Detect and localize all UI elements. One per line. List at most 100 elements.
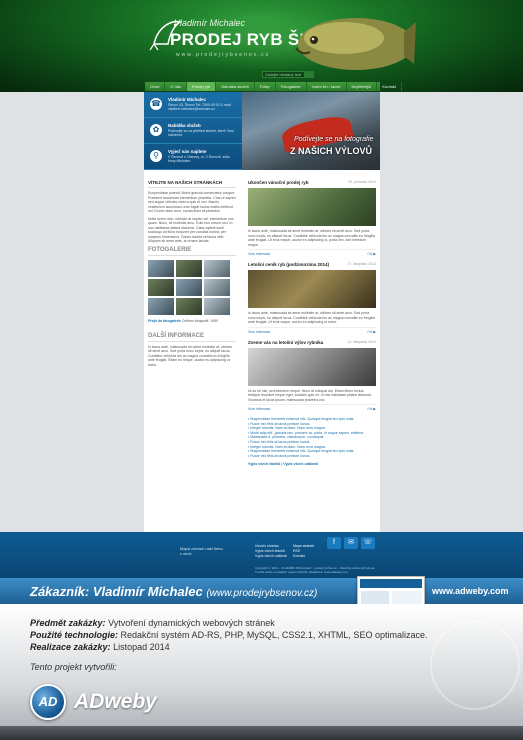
contact-row[interactable]: ✿ Nabídka služeb Podívejte se na přehled… [144, 118, 242, 144]
gallery-title: FOTOGALERIE [148, 247, 236, 256]
nav-item[interactable]: Úvod [145, 82, 166, 91]
customer-label: Zákazník: [30, 584, 90, 599]
customer-name: Vladimír Michalec [92, 584, 203, 599]
article-date: 11. listopadu 2014 [347, 339, 376, 344]
contact-title: Vyjeď nás najdete [168, 149, 207, 154]
article: 11. listopadu 2014 Zveme vás na letošní … [248, 339, 376, 411]
article: 17. listopadu 2014 Letošní ceník ryb (po… [248, 262, 376, 334]
all-articles-link[interactable]: Výpis všech článků [248, 462, 280, 466]
footer-links: Úvodní stránka Výpis všech článků Výpis … [255, 544, 287, 559]
date-value: Listopad 2014 [113, 642, 170, 652]
adweby-logo-icon[interactable]: AD [30, 684, 66, 720]
gallery-link[interactable]: Přejít do fotogalerie [148, 319, 181, 323]
customer-site[interactable]: (www.prodejrybsenov.cz) [206, 588, 317, 599]
subject-label: Předmět zakázky: [30, 618, 106, 628]
main-navigation: Úvod O nás Prodej ryb Nabídka služeb Fot… [145, 82, 402, 91]
article-footer: Více informací f ✉ ▶ [248, 249, 376, 256]
read-more-link[interactable]: Více informací [248, 407, 270, 411]
contact-title: Vladimír Michalec [168, 97, 207, 102]
tech-line: Použité technologie: Redakční systém AD-… [30, 630, 427, 640]
phone-icon[interactable]: ☏ [361, 537, 375, 549]
contact-panel: ☎ Vladimír Michalec Šenov 43, Šenov Tel:… [144, 92, 242, 170]
facebook-icon[interactable]: f [327, 537, 341, 549]
gallery-thumb[interactable] [148, 278, 174, 296]
portfolio-page: Vladimír Michalec PRODEJ RYB ŠENOV www.p… [0, 0, 523, 740]
gallery-thumb[interactable] [204, 259, 230, 277]
agency-url[interactable]: www.adweby.com [432, 586, 509, 596]
gallery-grid [148, 259, 236, 315]
contact-text: Podívejte se na přehled služeb, které Vá… [168, 129, 234, 137]
nav-item[interactable]: Kontakt [377, 82, 402, 91]
gallery-thumb[interactable] [204, 297, 230, 315]
share-icons[interactable]: f ✉ ▶ [367, 330, 376, 334]
tech-value: Redakční systém AD-RS, PHP, MySQL, CSS2.… [120, 630, 428, 640]
article-date: 29. prosince 2014 [348, 180, 376, 184]
hero-line2: Z NAŠICH VÝLOVŮ [290, 146, 373, 156]
gallery-thumb[interactable] [204, 278, 230, 296]
hero-banner[interactable]: Podívejte se na fotografie Z NAŠICH VÝLO… [242, 92, 380, 170]
footer-map-text[interactable]: Mapa zobrazí naši firmu v okolí [180, 546, 225, 556]
contact-title: Nabídka služeb [168, 123, 201, 128]
share-icons[interactable]: f ✉ ▶ [367, 407, 376, 411]
date-label: Realizace zakázky: [30, 642, 111, 652]
contact-row[interactable]: ⚲ Vyjeď nás najdete V Šenově u Ostravy, … [144, 144, 242, 170]
nav-item-active[interactable]: Prodej ryb [187, 82, 217, 91]
company-name[interactable]: ADweby [74, 690, 157, 714]
site-url: www.prodejrybsenov.cz [176, 52, 271, 58]
about-text: Suspendisse potenti. Morbi gravida conse… [148, 191, 236, 213]
bottom-bar [0, 726, 523, 740]
subject-value: Vytvoření dynamických webových stránek [108, 618, 275, 628]
thumb-header [360, 579, 422, 588]
search-button[interactable] [304, 71, 314, 78]
read-more-link[interactable]: Více informací [248, 252, 270, 256]
gallery-thumb[interactable] [176, 259, 202, 277]
all-events-link[interactable]: Výpis všech událostí [283, 462, 318, 466]
info-title: DALŠÍ INFORMACE [148, 333, 236, 342]
footer-link[interactable]: Výpis všech událostí [255, 554, 287, 559]
nav-item[interactable]: Fotky [255, 82, 276, 91]
gallery-count: Celkem fotografií: 1960 [181, 318, 219, 323]
news-column: 29. prosince 2014 Ukončen vánoční prodej… [248, 180, 376, 466]
email-icon[interactable]: ✉ [344, 537, 358, 549]
subject-line: Předmět zakázky: Vytvoření dynamických w… [30, 618, 275, 628]
page-body: ☎ Vladimír Michalec Šenov 43, Šenov Tel:… [144, 92, 380, 532]
article-text: Ut ac mi nisi, sed interdum neque. Nunc … [248, 388, 372, 402]
contact-text: V Šenově u Ostravy, ul. V Šenově, sídlo … [168, 155, 230, 163]
gallery-thumb[interactable] [148, 259, 174, 277]
hero-line1: Podívejte se na fotografie [294, 136, 374, 143]
about-text-2: Nulla lorem dolo, ultricide at sapien ve… [148, 216, 234, 244]
article-image[interactable] [248, 270, 376, 308]
article-date: 17. listopadu 2014 [347, 262, 376, 266]
gallery-thumb[interactable] [176, 278, 202, 296]
nav-item[interactable]: Nabídka služeb [216, 82, 255, 91]
customer-band: Zákazník: Vladimír Michalec (www.prodejr… [0, 578, 523, 604]
carp-image [295, 18, 416, 70]
article-image[interactable] [248, 347, 376, 386]
gallery-thumb[interactable] [176, 297, 202, 315]
article-footer: Více informací f ✉ ▶ [248, 326, 376, 334]
info-text: In lacus ante, malesuada vel amet molest… [148, 344, 233, 367]
share-icons[interactable]: f ✉ ▶ [367, 252, 376, 256]
pin-icon: ⚲ [150, 150, 162, 162]
article-footer: Více informací f ✉ ▶ [248, 404, 376, 411]
nav-item[interactable]: O nás [165, 82, 188, 91]
phone-icon: ☎ [150, 98, 162, 110]
nav-item[interactable]: Nejčtěnější [347, 82, 378, 91]
contact-row[interactable]: ☎ Vladimír Michalec Šenov 43, Šenov Tel:… [144, 92, 242, 118]
footer-link[interactable]: Kontakt [293, 554, 314, 559]
nav-item[interactable]: Vodní trh / lázně [307, 82, 347, 91]
footer-links-2: Mapa stránek RSS Kontakt [293, 544, 314, 559]
bottom-links: Výpis všech článků | Výpis všech událost… [248, 462, 318, 467]
link-list: Suspendisse hendrerit euismod nisl. Quis… [248, 417, 376, 458]
gallery-thumb[interactable] [148, 297, 174, 315]
nav-item[interactable]: Fotogalerie [276, 82, 307, 91]
footer-copyright: Copyright © 2014 - VLADIMÍR MICHALEC · p… [255, 566, 376, 574]
link-item[interactable]: Fusce nec felis at lacus pretium luctus. [248, 454, 376, 459]
article-text: In lacus ante, malesuada sit amet molest… [248, 311, 375, 324]
article-image[interactable] [248, 188, 376, 226]
compass-decoration [430, 620, 520, 710]
read-more-link[interactable]: Více informací [248, 330, 270, 334]
article: 29. prosince 2014 Ukončen vánoční prodej… [248, 180, 376, 256]
site-owner: Vladimír Michalec [174, 18, 246, 28]
site-header: Vladimír Michalec PRODEJ RYB ŠENOV www.p… [0, 0, 523, 92]
